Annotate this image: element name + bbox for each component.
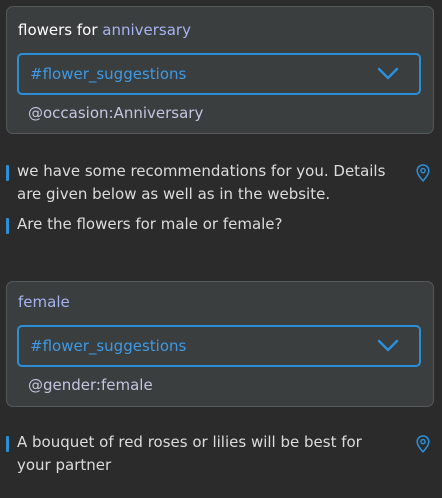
user-utterance: female (18, 293, 70, 311)
message-bar (6, 165, 9, 181)
location-pin-icon[interactable] (416, 435, 430, 453)
user-turn-card: female #flower_suggestions @gender:femal… (6, 281, 434, 407)
location-pin-icon[interactable] (416, 164, 430, 182)
intent-dropdown[interactable]: #flower_suggestions (17, 53, 421, 95)
chevron-down-icon (377, 339, 399, 352)
entity-slot: @gender:female (28, 376, 153, 394)
message-bar (6, 218, 9, 234)
chevron-down-icon (377, 67, 399, 80)
message-bar (6, 436, 9, 452)
user-turn-card: flowers for anniversary #flower_suggesti… (6, 6, 434, 134)
entity-slot: @occasion:Anniversary (28, 104, 204, 122)
user-utterance-text: flowers for (18, 21, 103, 39)
entity-highlight[interactable]: female (18, 293, 70, 311)
intent-label: #flower_suggestions (30, 337, 187, 355)
bot-message-text: we have some recommendations for you. De… (17, 162, 386, 203)
bot-question-text: Are the flowers for male or female? (17, 215, 283, 233)
intent-dropdown[interactable]: #flower_suggestions (17, 325, 421, 367)
bot-message-text: A bouquet of red roses or lilies will be… (17, 433, 362, 474)
intent-label: #flower_suggestions (30, 65, 187, 83)
entity-highlight[interactable]: anniversary (102, 21, 191, 39)
user-utterance: flowers for anniversary (18, 21, 191, 39)
